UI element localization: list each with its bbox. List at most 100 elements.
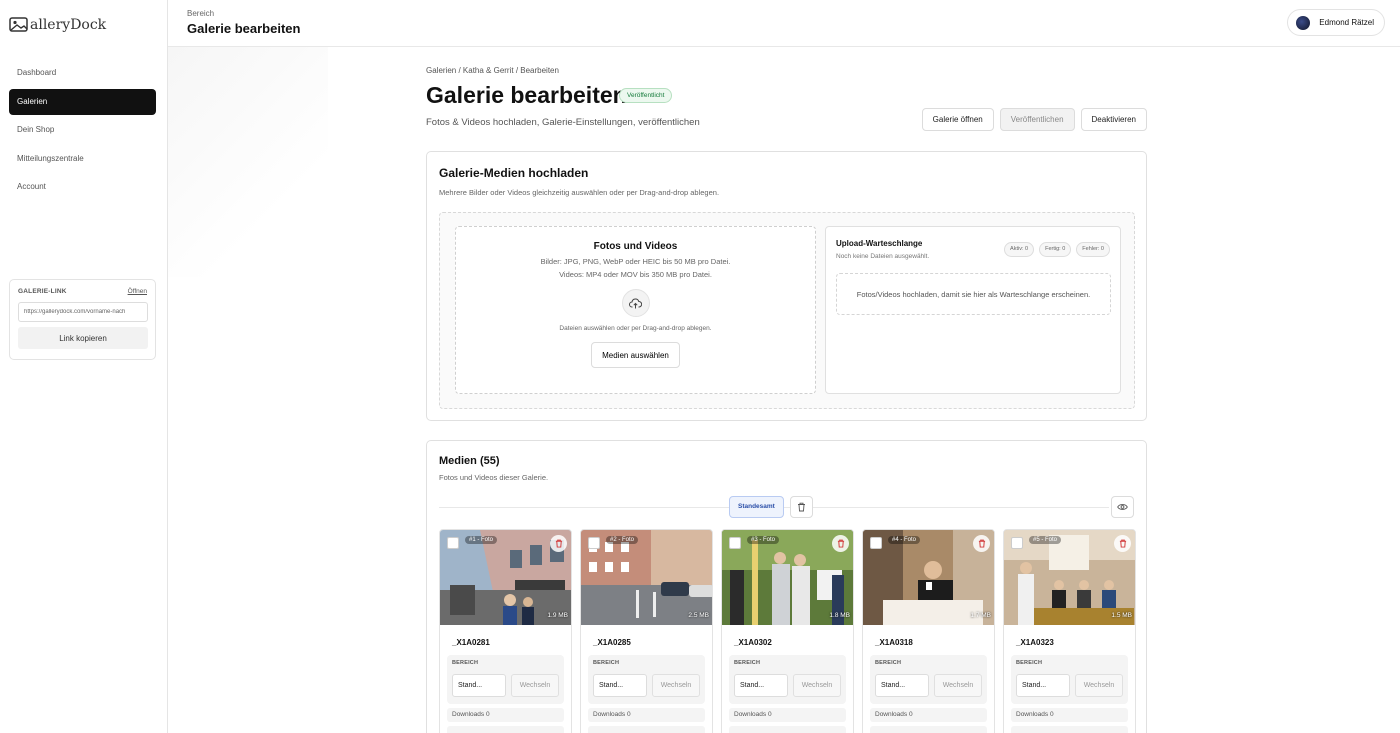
media-filename: _X1A0285: [593, 638, 631, 647]
media-index-tag: #1 - Foto: [465, 536, 498, 544]
switch-area-button[interactable]: Wechseln: [511, 674, 559, 697]
queue-title: Upload-Warteschlange: [836, 239, 923, 248]
brand-name: alleryDock: [30, 16, 107, 33]
top-header: Bereich Galerie bearbeiten Edmond Rätzel: [168, 0, 1400, 47]
sidebar-item-account[interactable]: Account: [9, 174, 156, 200]
trash-icon: [837, 539, 844, 548]
media-index-tag: #3 - Foto: [747, 536, 780, 544]
page-actions: Galerie öffnen Veröffentlichen Deaktivie…: [921, 108, 1147, 131]
user-name: Edmond Rätzel: [1319, 18, 1374, 27]
media-thumbnail[interactable]: #4 - Foto 1.7 MB: [863, 530, 994, 625]
filter-chip-standesamt[interactable]: Standesamt: [729, 496, 784, 518]
sidebar: alleryDock Dashboard Galerien Dein Shop …: [0, 0, 168, 733]
select-checkbox[interactable]: [588, 537, 600, 549]
sidebar-item-shop[interactable]: Dein Shop: [9, 117, 156, 143]
select-checkbox[interactable]: [1011, 537, 1023, 549]
area-input[interactable]: Stand...: [593, 674, 647, 697]
media-thumbnail[interactable]: #3 - Foto 1.8 MB: [722, 530, 853, 625]
photo-street-cars: [581, 530, 712, 625]
switch-area-button[interactable]: Wechseln: [793, 674, 841, 697]
media-thumbnail[interactable]: #2 - Foto 2.5 MB: [581, 530, 712, 625]
trash-icon: [798, 502, 805, 512]
page-title: Galerie bearbeiten: [426, 82, 627, 108]
cloud-upload-icon: [621, 289, 650, 317]
trash-icon: [978, 539, 985, 548]
breadcrumb: Galerien / Katha & Gerrit / Bearbeiten: [426, 66, 559, 75]
delete-media-button[interactable]: [973, 535, 990, 552]
file-size: 2.5 MB: [688, 612, 709, 619]
upload-area: Fotos und Videos Bilder: JPG, PNG, WebP …: [439, 212, 1135, 409]
page-subtitle: Fotos & Videos hochladen, Galerie-Einste…: [426, 117, 700, 128]
area-selector: BEREICH Stand... Wechseln: [870, 655, 987, 704]
upload-title: Galerie-Medien hochladen: [439, 166, 589, 180]
area-selector: BEREICH Stand... Wechseln: [588, 655, 705, 704]
area-input[interactable]: Stand...: [734, 674, 788, 697]
area-input[interactable]: Stand...: [1016, 674, 1070, 697]
media-filename: _X1A0281: [452, 638, 490, 647]
delete-media-button[interactable]: [1114, 535, 1131, 552]
delete-area-button[interactable]: [790, 496, 813, 518]
dropzone[interactable]: Fotos und Videos Bilder: JPG, PNG, WebP …: [455, 226, 816, 394]
media-description: Fotos und Videos dieser Galerie.: [439, 473, 549, 482]
deactivate-button[interactable]: Deaktivieren: [1080, 108, 1147, 131]
upload-description: Mehrere Bilder oder Videos gleichzeitig …: [439, 188, 720, 197]
sidebar-item-galerien[interactable]: Galerien: [9, 88, 156, 115]
gallery-link-open[interactable]: Öffnen: [128, 288, 147, 295]
copy-link-button[interactable]: Link kopieren: [18, 327, 148, 349]
download-count: Downloads 0: [447, 708, 564, 722]
media-filename: _X1A0318: [875, 638, 913, 647]
area-selector: BEREICH Stand... Wechseln: [1011, 655, 1128, 704]
area-input[interactable]: Stand...: [452, 674, 506, 697]
status-badge: Veröffentlicht: [619, 88, 673, 103]
queue-subtitle: Noch keine Dateien ausgewählt.: [836, 253, 930, 260]
delete-media-button[interactable]: [832, 535, 849, 552]
media-title: Medien (55): [439, 455, 500, 467]
media-thumbnail[interactable]: #5 - Foto 1.5 MB: [1004, 530, 1135, 625]
select-media-button[interactable]: Medien auswählen: [591, 342, 680, 368]
media-item[interactable]: #2 - Foto 2.5 MB _X1A0285 BEREICH Stand.…: [580, 529, 713, 733]
visibility-toggle-button[interactable]: [1111, 496, 1134, 518]
sidebar-item-dashboard[interactable]: Dashboard: [9, 60, 156, 86]
media-item[interactable]: #5 - Foto 1.5 MB _X1A0323 BEREICH Stand.…: [1003, 529, 1136, 733]
queue-done-badge: Fertig: 0: [1039, 242, 1072, 257]
switch-area-button[interactable]: Wechseln: [652, 674, 700, 697]
area-label: BEREICH: [452, 660, 479, 666]
delete-media-button[interactable]: [550, 535, 567, 552]
queue-empty-state: Fotos/Videos hochladen, damit sie hier a…: [836, 273, 1111, 315]
media-index-tag: #4 - Foto: [888, 536, 921, 544]
area-label: BEREICH: [734, 660, 761, 666]
media-filename: _X1A0302: [734, 638, 772, 647]
file-size: 1.9 MB: [547, 612, 568, 619]
publish-button[interactable]: Veröffentlichen: [999, 108, 1075, 131]
upload-card: Galerie-Medien hochladen Mehrere Bilder …: [426, 151, 1147, 421]
switch-area-button[interactable]: Wechseln: [934, 674, 982, 697]
area-label: BEREICH: [1016, 660, 1043, 666]
avatar: [1296, 15, 1311, 30]
upload-queue: Upload-Warteschlange Noch keine Dateien …: [825, 226, 1121, 394]
switch-area-button[interactable]: Wechseln: [1075, 674, 1123, 697]
gallery-link-input[interactable]: [18, 302, 148, 322]
area-input[interactable]: Stand...: [875, 674, 929, 697]
download-count: Downloads 0: [870, 708, 987, 722]
media-item[interactable]: #1 - Foto 1.9 MB _X1A0281 BEREICH Stand.…: [439, 529, 572, 733]
select-checkbox[interactable]: [447, 537, 459, 549]
queue-error-badge: Fehler: 0: [1076, 242, 1110, 257]
gallery-link-label: GALERIE-LINK: [18, 288, 67, 295]
select-checkbox[interactable]: [729, 537, 741, 549]
media-item[interactable]: #3 - Foto 1.8 MB _X1A0302 BEREICH Stand.…: [721, 529, 854, 733]
select-checkbox[interactable]: [870, 537, 882, 549]
media-filename: _X1A0323: [1016, 638, 1054, 647]
media-thumbnail[interactable]: #1 - Foto 1.9 MB: [440, 530, 571, 625]
background-decoration: [168, 47, 328, 277]
brand-logo[interactable]: alleryDock: [9, 16, 106, 33]
sidebar-item-mitteilungszentrale[interactable]: Mitteilungszentrale: [9, 146, 156, 172]
open-gallery-button[interactable]: Galerie öffnen: [921, 108, 994, 131]
dropzone-title: Fotos und Videos: [593, 241, 678, 252]
media-item[interactable]: #4 - Foto 1.7 MB _X1A0318 BEREICH Stand.…: [862, 529, 995, 733]
gallery-link-card: GALERIE-LINK Öffnen Link kopieren: [9, 279, 156, 360]
media-grid: #1 - Foto 1.9 MB _X1A0281 BEREICH Stand.…: [439, 529, 1136, 733]
media-info-row: [870, 726, 987, 733]
user-menu[interactable]: Edmond Rätzel: [1287, 9, 1385, 36]
download-count: Downloads 0: [588, 708, 705, 722]
media-card: Medien (55) Fotos und Videos dieser Gale…: [426, 440, 1147, 733]
